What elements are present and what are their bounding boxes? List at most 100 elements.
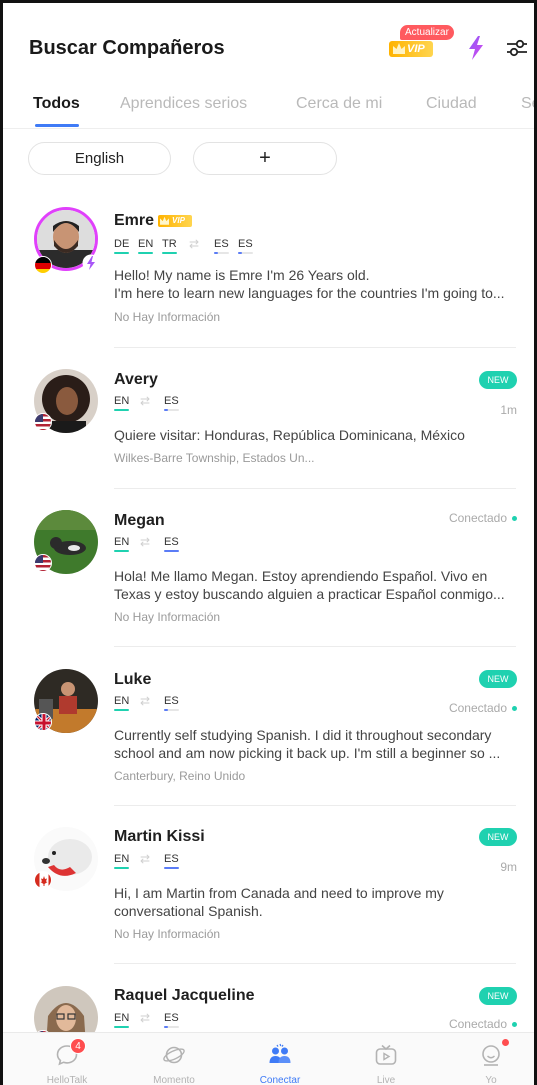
flag-uk-icon bbox=[34, 713, 52, 731]
user-bio: Hello! My name is Emre I'm 26 Years old.… bbox=[114, 266, 516, 302]
bio-line: Hi, I am Martin from Canada and need to … bbox=[114, 885, 444, 901]
nav-hellotalk[interactable]: 4 HelloTalk bbox=[27, 1033, 107, 1085]
bio-line: Hola! Me llamo Megan. Estoy aprendiendo … bbox=[114, 568, 488, 584]
user-name: Avery bbox=[114, 371, 158, 388]
proficiency-fill bbox=[164, 409, 168, 411]
last-active-time: 1m bbox=[500, 403, 517, 417]
tab-bar: Todos Aprendices serios Cerca de mi Ciud… bbox=[3, 95, 534, 129]
bio-line: Hello! My name is Emre I'm 26 Years old. bbox=[114, 267, 370, 283]
nav-label: HelloTalk bbox=[46, 1075, 88, 1085]
user-name: Megan bbox=[114, 512, 165, 529]
online-status: Conectado bbox=[449, 701, 517, 715]
vip-upgrade-button[interactable]: VIP Actualizar bbox=[389, 23, 459, 63]
nav-momento[interactable]: Momento bbox=[134, 1033, 214, 1085]
bio-line: conversational Spanish. bbox=[114, 903, 263, 919]
native-language: DE bbox=[114, 238, 130, 250]
native-language: EN bbox=[114, 536, 130, 548]
smiley-profile-icon bbox=[482, 1045, 500, 1066]
vip-badge: VIP bbox=[158, 214, 193, 227]
page-title: Buscar Compañeros bbox=[29, 37, 225, 59]
language-filter-chip[interactable]: English bbox=[28, 142, 171, 175]
online-dot-icon bbox=[512, 706, 517, 712]
crown-icon bbox=[393, 43, 405, 54]
proficiency-bar bbox=[138, 252, 153, 254]
swap-arrows-icon: ⇄ bbox=[140, 1011, 151, 1025]
native-language: EN bbox=[114, 1012, 130, 1024]
vip-badge: VIP bbox=[389, 41, 433, 57]
proficiency-fill bbox=[164, 1026, 168, 1028]
new-badge: NEW bbox=[479, 987, 517, 1005]
user-location: No Hay Información bbox=[114, 927, 221, 941]
proficiency-fill bbox=[164, 709, 168, 711]
proficiency-bar bbox=[114, 550, 129, 552]
tab-todos[interactable]: Todos bbox=[33, 95, 80, 113]
flag-canada-icon bbox=[34, 871, 52, 889]
divider bbox=[114, 646, 516, 647]
bio-line: I'm here to learn new languages for the … bbox=[114, 285, 505, 301]
new-badge: NEW bbox=[479, 371, 517, 389]
proficiency-bar bbox=[114, 867, 129, 869]
proficiency-bar bbox=[114, 709, 129, 711]
people-icon bbox=[269, 1043, 291, 1063]
proficiency-fill bbox=[214, 252, 218, 254]
divider bbox=[114, 488, 516, 489]
user-bio: Quiere visitar: Honduras, República Domi… bbox=[114, 426, 516, 444]
bottom-navigation: 4 HelloTalk Momento Conectar Live Yo bbox=[3, 1032, 534, 1085]
flag-germany-icon bbox=[34, 256, 52, 274]
nav-label: Live bbox=[376, 1075, 396, 1085]
nav-live[interactable]: Live bbox=[346, 1033, 426, 1085]
learning-language: ES bbox=[164, 695, 179, 707]
native-language: TR bbox=[162, 238, 177, 250]
tv-play-icon bbox=[375, 1044, 397, 1065]
proficiency-bar bbox=[114, 409, 129, 411]
last-active-time: 9m bbox=[500, 860, 517, 874]
nav-label: Conectar bbox=[259, 1075, 301, 1085]
divider bbox=[114, 805, 516, 806]
online-dot-icon bbox=[512, 1022, 517, 1028]
header: Buscar Compañeros VIP Actualizar bbox=[3, 3, 534, 83]
native-language: EN bbox=[114, 695, 130, 707]
nav-yo[interactable]: Yo bbox=[451, 1033, 531, 1085]
lightning-bolt-icon[interactable] bbox=[466, 35, 486, 61]
native-language: EN bbox=[114, 853, 130, 865]
lightning-bolt-icon bbox=[82, 254, 100, 272]
bio-line: Texas y estoy buscando alguien a practic… bbox=[114, 586, 505, 602]
proficiency-bar bbox=[164, 550, 179, 552]
flag-usa-icon bbox=[34, 554, 52, 572]
notification-dot bbox=[502, 1039, 509, 1046]
tab-aprendices-serios[interactable]: Aprendices serios bbox=[120, 95, 247, 113]
proficiency-bar bbox=[114, 252, 129, 254]
add-filter-button[interactable]: + bbox=[193, 142, 337, 175]
swap-arrows-icon: ⇄ bbox=[140, 694, 151, 708]
tab-ciudad[interactable]: Ciudad bbox=[426, 95, 477, 113]
swap-arrows-icon: ⇄ bbox=[140, 394, 151, 408]
learning-language: ES bbox=[164, 1012, 179, 1024]
update-badge: Actualizar bbox=[400, 25, 454, 40]
bio-line: school and am now picking it back up. I'… bbox=[114, 745, 501, 761]
nav-label: Momento bbox=[153, 1075, 195, 1085]
swap-arrows-icon: ⇄ bbox=[140, 535, 151, 549]
user-bio: Currently self studying Spanish. I did i… bbox=[114, 726, 516, 762]
user-name: Raquel Jacqueline bbox=[114, 987, 255, 1004]
swap-arrows-icon: ⇄ bbox=[189, 237, 200, 251]
vip-label: VIP bbox=[407, 43, 425, 55]
user-name: Martin Kissi bbox=[114, 828, 205, 845]
app-screen: Buscar Compañeros VIP Actualizar Todos A… bbox=[0, 0, 537, 1085]
proficiency-bar bbox=[162, 252, 177, 254]
learning-language: ES bbox=[214, 238, 229, 250]
proficiency-bar bbox=[114, 1026, 129, 1028]
user-name: Luke bbox=[114, 671, 152, 688]
user-bio: Hi, I am Martin from Canada and need to … bbox=[114, 884, 516, 920]
tab-more[interactable]: Se bbox=[521, 95, 534, 113]
planet-icon bbox=[163, 1046, 185, 1064]
new-badge: NEW bbox=[479, 670, 517, 688]
divider bbox=[114, 963, 516, 964]
unread-count-badge: 4 bbox=[70, 1038, 86, 1054]
nav-conectar[interactable]: Conectar bbox=[240, 1033, 320, 1085]
filter-settings-icon[interactable] bbox=[506, 37, 528, 59]
user-name: Emre VIP bbox=[114, 212, 193, 230]
proficiency-fill bbox=[238, 252, 242, 254]
tab-cerca-de-mi[interactable]: Cerca de mi bbox=[296, 95, 382, 113]
proficiency-bar bbox=[164, 867, 179, 869]
native-language: EN bbox=[138, 238, 154, 250]
